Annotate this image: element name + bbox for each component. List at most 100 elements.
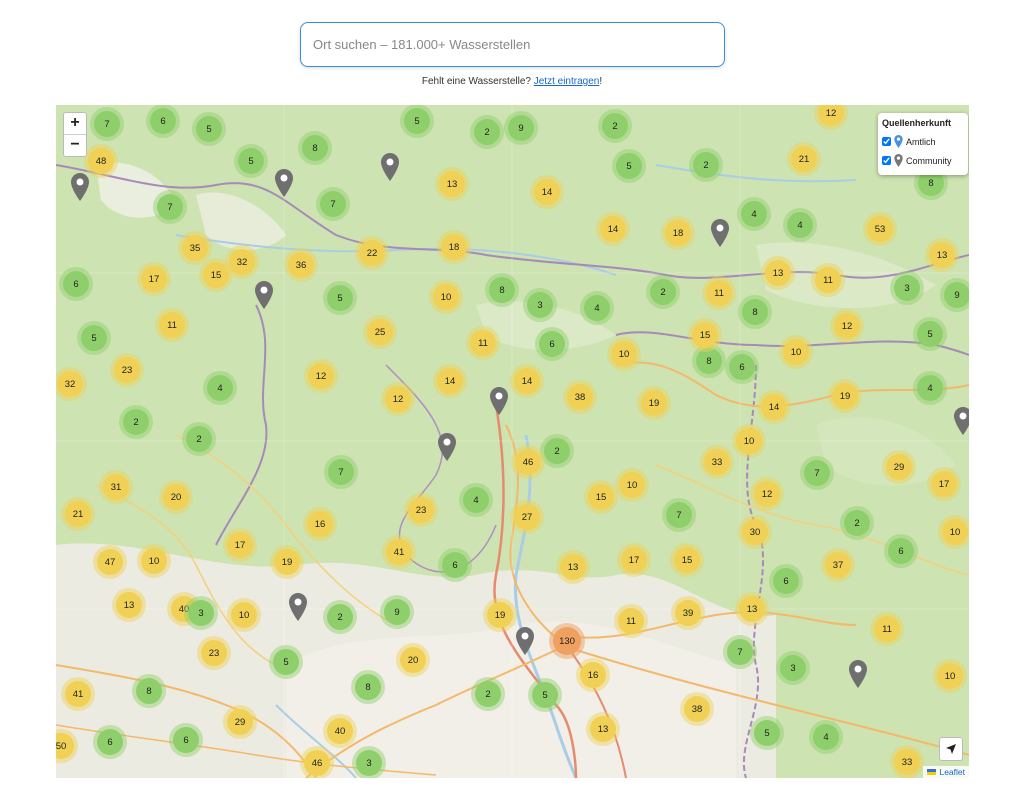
cluster-marker[interactable]: 23: [201, 640, 227, 666]
cluster-marker[interactable]: 17: [227, 532, 253, 558]
cluster-marker[interactable]: 10: [942, 519, 968, 545]
cluster-marker[interactable]: 5: [238, 148, 264, 174]
map-pin-icon[interactable]: [849, 660, 867, 688]
cluster-marker[interactable]: 12: [754, 481, 780, 507]
cluster-marker[interactable]: 29: [227, 709, 253, 735]
cluster-marker[interactable]: 11: [159, 312, 185, 338]
cluster-marker[interactable]: 7: [157, 194, 183, 220]
cluster-marker[interactable]: 14: [534, 179, 560, 205]
cluster-marker[interactable]: 7: [94, 111, 120, 137]
map-pin-icon[interactable]: [381, 153, 399, 181]
cluster-marker[interactable]: 6: [729, 354, 755, 380]
zoom-out-button[interactable]: −: [64, 134, 86, 156]
cluster-marker[interactable]: 31: [103, 474, 129, 500]
cluster-marker[interactable]: 4: [584, 295, 610, 321]
amtlich-checkbox[interactable]: [882, 137, 891, 146]
cluster-marker[interactable]: 2: [602, 113, 628, 139]
cluster-marker[interactable]: 10: [141, 548, 167, 574]
cluster-marker[interactable]: 6: [888, 538, 914, 564]
cluster-marker[interactable]: 21: [65, 501, 91, 527]
cluster-marker[interactable]: 9: [508, 115, 534, 141]
cluster-marker[interactable]: 10: [231, 602, 257, 628]
cluster-marker[interactable]: 21: [791, 146, 817, 172]
cluster-marker[interactable]: 14: [437, 368, 463, 394]
cluster-marker[interactable]: 2: [474, 119, 500, 145]
cluster-marker[interactable]: 12: [834, 313, 860, 339]
cluster-marker[interactable]: 18: [441, 234, 467, 260]
cluster-marker[interactable]: 5: [81, 325, 107, 351]
cluster-marker[interactable]: 19: [487, 602, 513, 628]
cluster-marker[interactable]: 10: [433, 284, 459, 310]
cluster-marker[interactable]: 15: [692, 322, 718, 348]
cluster-marker[interactable]: 10: [937, 663, 963, 689]
cluster-marker[interactable]: 22: [359, 240, 385, 266]
cluster-marker[interactable]: 33: [704, 449, 730, 475]
cluster-marker[interactable]: 6: [442, 552, 468, 578]
cluster-marker[interactable]: 13: [560, 554, 586, 580]
cluster-marker[interactable]: 12: [385, 386, 411, 412]
cluster-marker[interactable]: 8: [355, 674, 381, 700]
cluster-marker[interactable]: 5: [917, 321, 943, 347]
cluster-marker[interactable]: 17: [141, 266, 167, 292]
legend-item-amtlich[interactable]: Amtlich: [882, 132, 964, 151]
cluster-marker[interactable]: 6: [150, 108, 176, 134]
map-pin-icon[interactable]: [438, 433, 456, 461]
cluster-marker[interactable]: 4: [207, 375, 233, 401]
cluster-marker[interactable]: 4: [917, 375, 943, 401]
cluster-marker[interactable]: 37: [825, 552, 851, 578]
cluster-marker[interactable]: 14: [761, 394, 787, 420]
cluster-marker[interactable]: 5: [616, 153, 642, 179]
cluster-marker[interactable]: 7: [666, 502, 692, 528]
cluster-marker[interactable]: 46: [515, 449, 541, 475]
cluster-marker[interactable]: 5: [196, 116, 222, 142]
cluster-marker[interactable]: 3: [894, 275, 920, 301]
cluster-marker[interactable]: 17: [931, 471, 957, 497]
cluster-marker[interactable]: 2: [123, 409, 149, 435]
cluster-marker[interactable]: 33: [894, 749, 920, 775]
map-pin-icon[interactable]: [275, 169, 293, 197]
cluster-marker[interactable]: 6: [173, 727, 199, 753]
cluster-marker[interactable]: 7: [804, 460, 830, 486]
cluster-marker[interactable]: 4: [787, 212, 813, 238]
cluster-marker[interactable]: 32: [229, 249, 255, 275]
cluster-marker[interactable]: 30: [742, 519, 768, 545]
cluster-marker[interactable]: 15: [588, 484, 614, 510]
cluster-marker[interactable]: 53: [867, 216, 893, 242]
cluster-marker[interactable]: 5: [404, 108, 430, 134]
map-pin-icon[interactable]: [490, 387, 508, 415]
cluster-marker[interactable]: 14: [514, 368, 540, 394]
cluster-marker[interactable]: 4: [463, 487, 489, 513]
cluster-marker[interactable]: 10: [736, 428, 762, 454]
cluster-marker[interactable]: 19: [274, 549, 300, 575]
cluster-marker[interactable]: 27: [514, 504, 540, 530]
cluster-marker[interactable]: 13: [439, 171, 465, 197]
cluster-marker[interactable]: 19: [832, 383, 858, 409]
cluster-marker[interactable]: 2: [844, 510, 870, 536]
cluster-marker[interactable]: 5: [754, 720, 780, 746]
cluster-marker[interactable]: 6: [773, 568, 799, 594]
cluster-marker[interactable]: 9: [384, 599, 410, 625]
cluster-marker[interactable]: 46: [304, 750, 330, 776]
cluster-marker[interactable]: 41: [65, 681, 91, 707]
map-pin-icon[interactable]: [711, 219, 729, 247]
cluster-marker[interactable]: 17: [621, 547, 647, 573]
cluster-marker[interactable]: 36: [288, 252, 314, 278]
cluster-marker[interactable]: 6: [97, 729, 123, 755]
cluster-marker[interactable]: 48: [88, 148, 114, 174]
cluster-marker[interactable]: 13: [116, 592, 142, 618]
map-pin-icon[interactable]: [255, 281, 273, 309]
cluster-marker[interactable]: 7: [328, 459, 354, 485]
cluster-marker[interactable]: 23: [408, 497, 434, 523]
cluster-marker[interactable]: 15: [674, 547, 700, 573]
community-checkbox[interactable]: [882, 156, 891, 165]
cluster-marker[interactable]: 38: [567, 384, 593, 410]
cluster-marker[interactable]: 8: [742, 299, 768, 325]
cluster-marker[interactable]: 5: [327, 285, 353, 311]
cluster-marker[interactable]: 2: [186, 426, 212, 452]
cluster-marker[interactable]: 18: [665, 220, 691, 246]
cluster-marker[interactable]: 35: [182, 235, 208, 261]
cluster-marker[interactable]: 15: [203, 262, 229, 288]
cluster-marker[interactable]: 25: [367, 319, 393, 345]
cluster-marker[interactable]: 4: [813, 724, 839, 750]
cluster-marker[interactable]: 16: [580, 662, 606, 688]
